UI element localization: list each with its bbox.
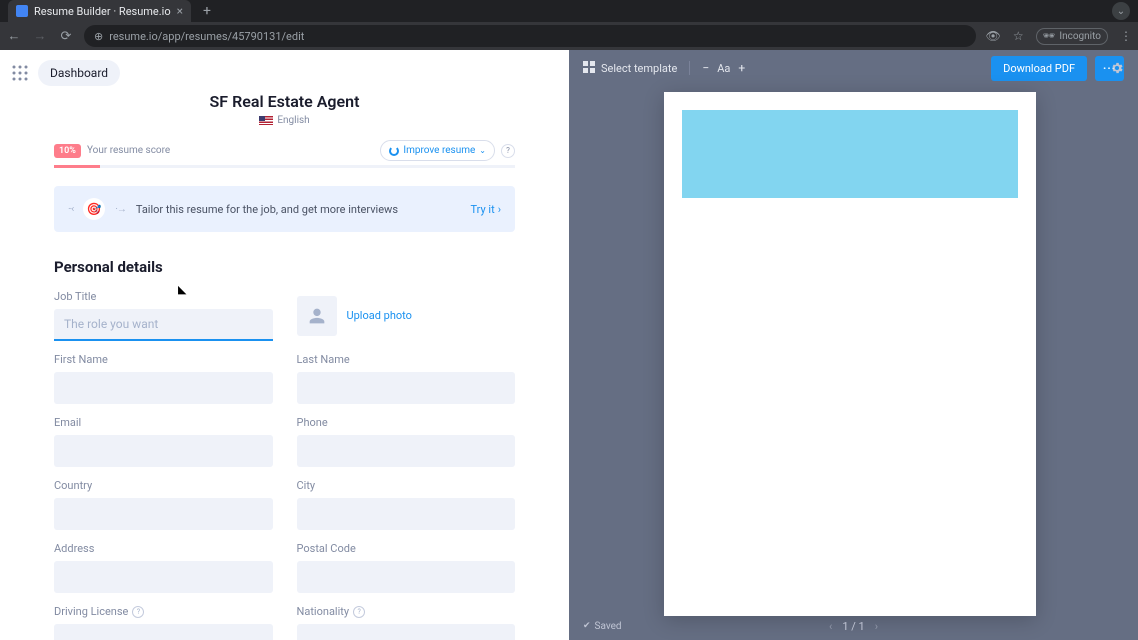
site-info-icon[interactable]: ⊕ — [94, 30, 103, 43]
upload-photo-link[interactable]: Upload photo — [347, 309, 412, 322]
page-navigator: ‹ 1 / 1 › — [829, 620, 878, 633]
settings-icon[interactable] — [1110, 60, 1124, 79]
loading-icon — [389, 146, 399, 156]
nationality-input[interactable] — [297, 624, 516, 640]
download-pdf-button[interactable]: Download PDF — [991, 56, 1087, 81]
new-tab-button[interactable]: + — [199, 3, 215, 19]
select-template-label: Select template — [601, 62, 677, 75]
incognito-icon: 🕶 — [1043, 31, 1056, 42]
forward-button[interactable]: → — [32, 28, 48, 44]
chevron-right-icon: › — [498, 203, 501, 216]
next-page-button[interactable]: › — [875, 620, 878, 633]
score-label: Your resume score — [87, 145, 380, 156]
bookmark-icon[interactable]: ☆ — [1013, 29, 1024, 43]
nationality-label: Nationality? — [297, 605, 516, 618]
person-icon — [306, 305, 328, 327]
back-button[interactable]: ← — [6, 28, 22, 44]
tab-close-icon[interactable]: × — [177, 4, 183, 18]
info-icon[interactable]: ? — [353, 606, 365, 618]
tailor-decoration-right: ·→ — [115, 204, 126, 215]
url-text: resume.io/app/resumes/45790131/edit — [109, 30, 304, 43]
postal-code-input[interactable] — [297, 561, 516, 593]
template-grid-icon — [583, 61, 595, 76]
first-name-label: First Name — [54, 353, 273, 366]
driving-license-label: Driving License? — [54, 605, 273, 618]
language-selector[interactable]: English — [0, 115, 569, 126]
last-name-input[interactable] — [297, 372, 516, 404]
font-increase-button[interactable]: + — [738, 61, 745, 75]
dashboard-button[interactable]: Dashboard — [38, 60, 120, 86]
saved-status: ✔ Saved — [583, 621, 622, 632]
country-label: Country — [54, 479, 273, 492]
score-progress-bar — [54, 165, 515, 168]
section-title-personal: Personal details — [54, 258, 515, 276]
job-title-label: Job Title — [54, 290, 273, 303]
improve-resume-button[interactable]: Improve resume ⌄ — [380, 140, 495, 161]
driving-license-input[interactable] — [54, 624, 273, 640]
apps-grid-icon[interactable] — [12, 65, 28, 81]
email-label: Email — [54, 416, 273, 429]
editor-pane: Dashboard SF Real Estate Agent English 1… — [0, 50, 569, 640]
help-icon[interactable]: ? — [501, 144, 515, 158]
page-indicator: 1 / 1 — [842, 620, 864, 633]
font-decrease-button[interactable]: − — [702, 61, 709, 75]
language-label: English — [277, 115, 309, 126]
resume-preview-page[interactable] — [664, 92, 1036, 616]
address-bar[interactable]: ⊕ resume.io/app/resumes/45790131/edit — [84, 25, 976, 47]
avatar-placeholder[interactable] — [297, 296, 337, 336]
saved-label: Saved — [595, 621, 622, 632]
tailor-decoration-left: ··‹ — [68, 204, 73, 215]
resume-title[interactable]: SF Real Estate Agent — [0, 92, 569, 111]
reload-button[interactable]: ⟳ — [58, 29, 74, 44]
browser-tab[interactable]: Resume Builder · Resume.io × — [8, 0, 191, 22]
address-input[interactable] — [54, 561, 273, 593]
eye-off-icon[interactable]: 👁 — [986, 29, 1001, 43]
last-name-label: Last Name — [297, 353, 516, 366]
prev-page-button[interactable]: ‹ — [829, 620, 832, 633]
tailor-text: Tailor this resume for the job, and get … — [136, 203, 461, 216]
job-title-input[interactable] — [54, 309, 273, 341]
improve-label: Improve resume — [403, 145, 475, 156]
phone-input[interactable] — [297, 435, 516, 467]
tab-title: Resume Builder · Resume.io — [34, 5, 171, 18]
preview-header-block — [682, 110, 1018, 198]
chevron-down-icon: ⌄ — [479, 146, 486, 155]
postal-code-label: Postal Code — [297, 542, 516, 555]
first-name-input[interactable] — [54, 372, 273, 404]
tailor-banner: ··‹ 🎯 ·→ Tailor this resume for the job,… — [54, 186, 515, 232]
browser-tabs-row: Resume Builder · Resume.io × + ⌄ — [0, 0, 1138, 22]
address-label: Address — [54, 542, 273, 555]
separator — [689, 61, 690, 75]
phone-label: Phone — [297, 416, 516, 429]
tailor-icon: 🎯 — [83, 198, 105, 220]
check-icon: ✔ — [583, 621, 591, 631]
browser-toolbar: ← → ⟳ ⊕ resume.io/app/resumes/45790131/e… — [0, 22, 1138, 50]
incognito-badge: 🕶 Incognito — [1036, 28, 1108, 45]
city-input[interactable] — [297, 498, 516, 530]
tab-favicon — [16, 5, 28, 17]
score-badge: 10% — [54, 144, 81, 158]
preview-pane: Select template − Aa + Download PDF ··· … — [569, 50, 1138, 640]
try-it-button[interactable]: Try it › — [470, 203, 501, 216]
city-label: City — [297, 479, 516, 492]
browser-menu-icon[interactable]: ⋮ — [1120, 29, 1132, 43]
select-template-button[interactable]: Select template — [583, 61, 677, 76]
us-flag-icon — [259, 116, 273, 125]
window-control-icon[interactable]: ⌄ — [1112, 2, 1130, 20]
font-size-icon: Aa — [717, 62, 730, 75]
incognito-label: Incognito — [1059, 31, 1101, 42]
email-input[interactable] — [54, 435, 273, 467]
country-input[interactable] — [54, 498, 273, 530]
info-icon[interactable]: ? — [132, 606, 144, 618]
